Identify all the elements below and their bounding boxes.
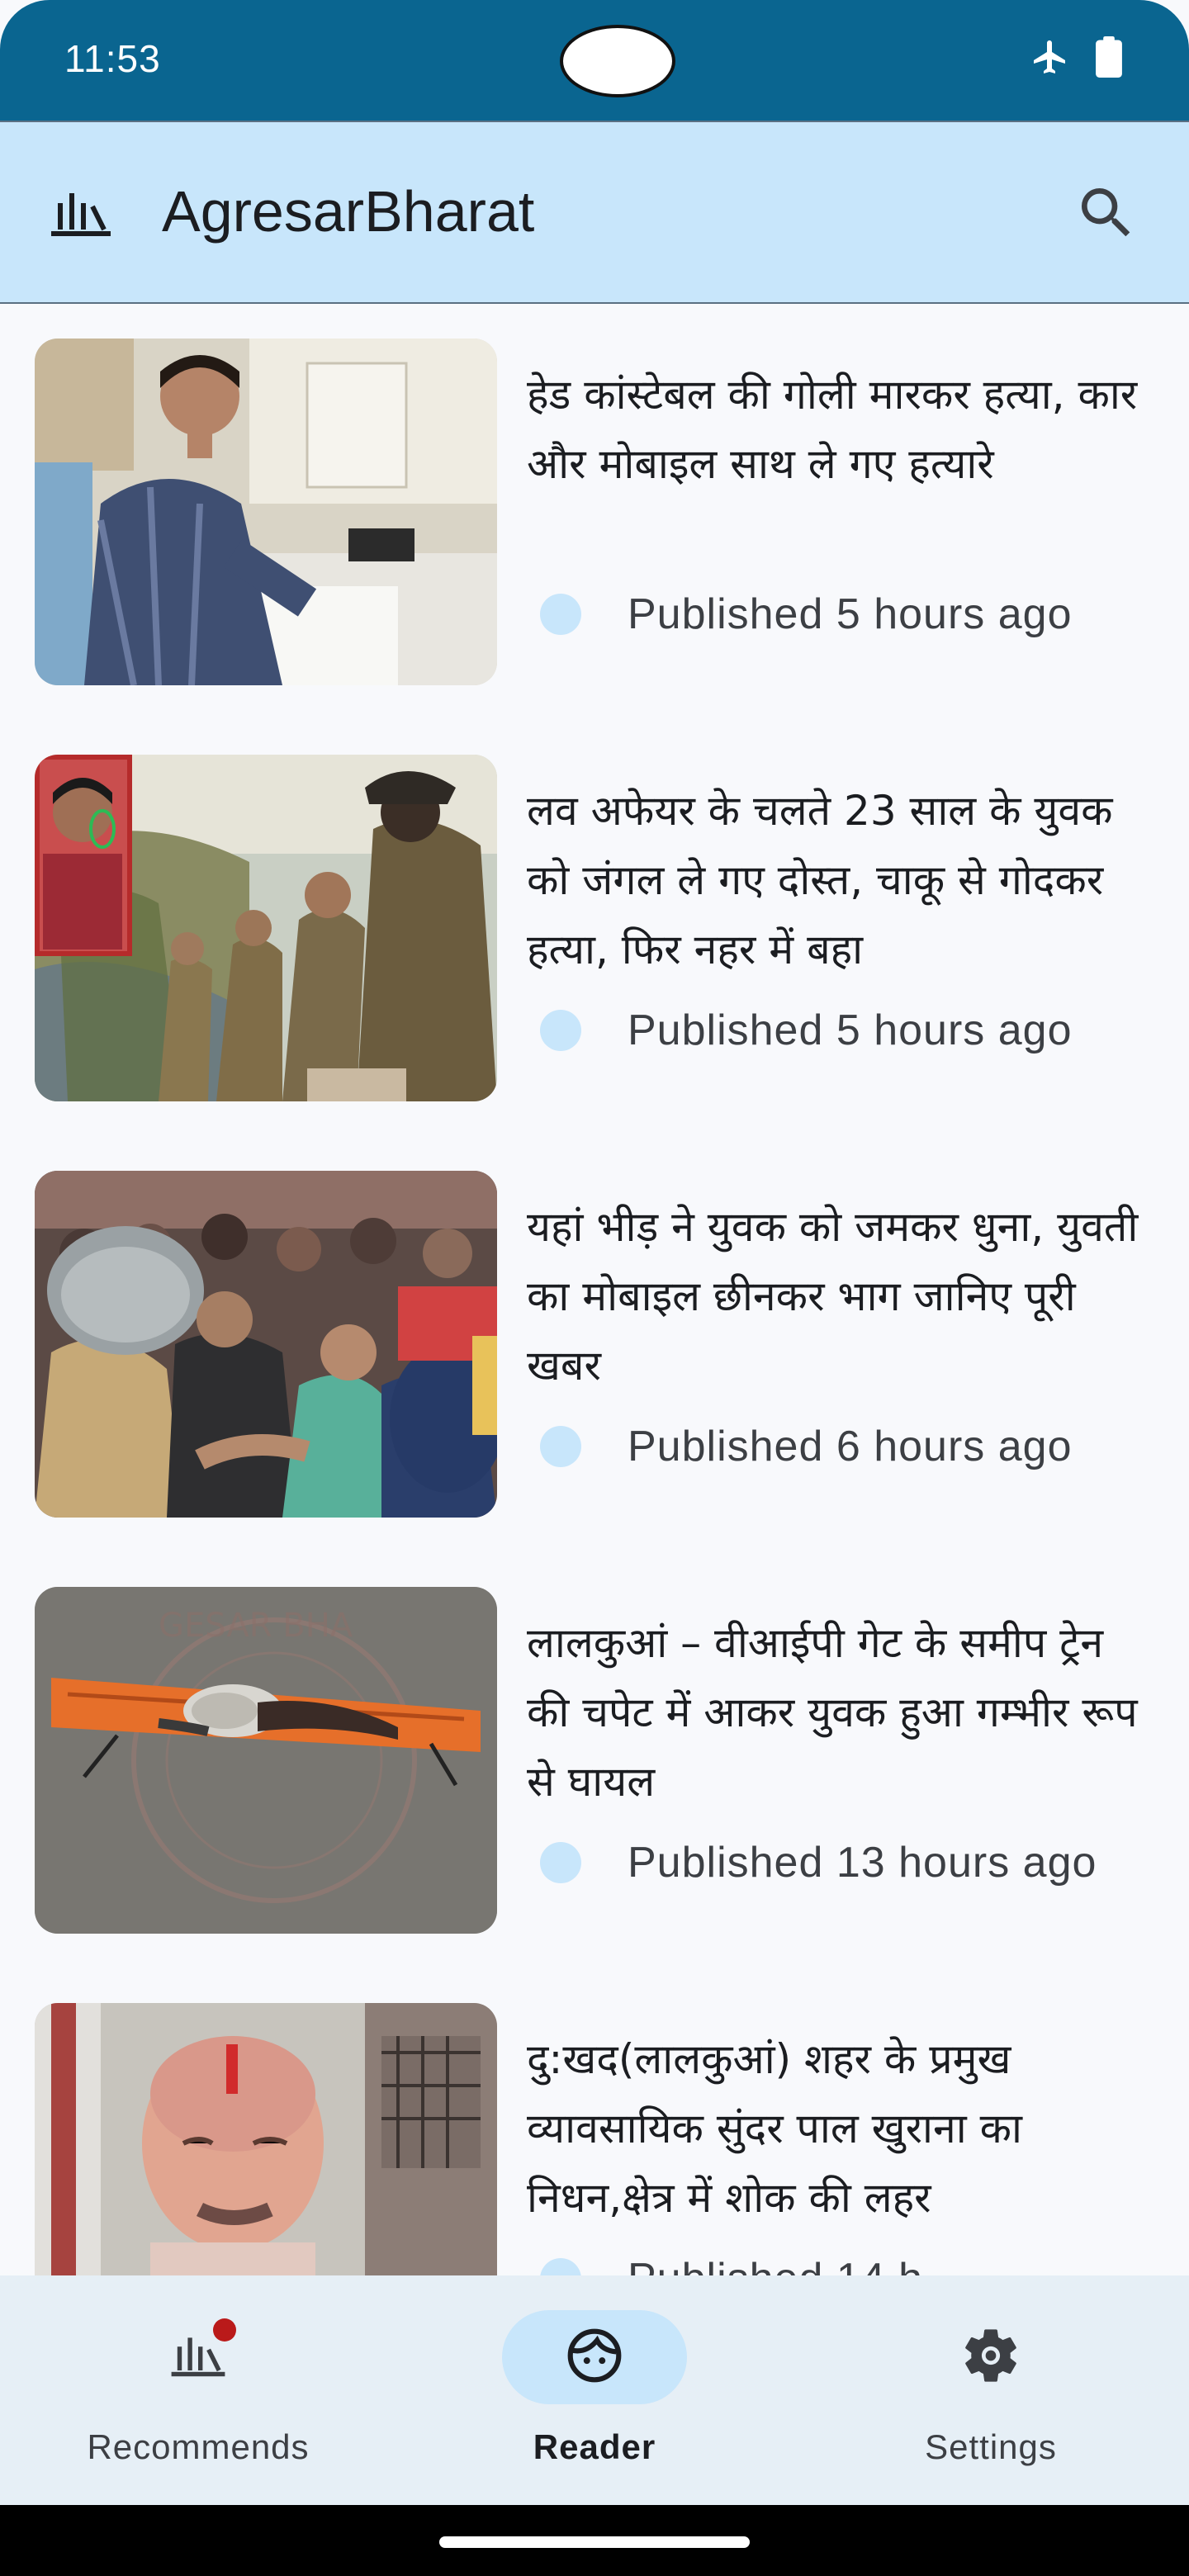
bottom-navigation: Recommends Reader Settings xyxy=(0,2275,1189,2505)
article-card[interactable]: GESAR BHA लालकुआं – वीआईपी गेट के समीप ट… xyxy=(0,1554,1189,1970)
article-thumbnail[interactable]: GESAR BHA xyxy=(35,1587,497,1934)
gesture-handle[interactable] xyxy=(439,2536,750,2548)
source-dot-icon xyxy=(540,1010,581,1051)
source-dot-icon xyxy=(540,1426,581,1467)
source-dot-icon xyxy=(540,2258,581,2275)
nav-icon-container[interactable] xyxy=(106,2310,291,2404)
nav-icon-container[interactable] xyxy=(502,2310,687,2404)
notification-badge xyxy=(213,2318,236,2342)
article-thumbnail[interactable] xyxy=(35,339,497,685)
published-time: Published 14 h xyxy=(628,2254,923,2275)
app-title: AgresarBharat xyxy=(162,179,535,244)
nav-label: Settings xyxy=(925,2427,1057,2466)
published-time: Published 13 hours ago xyxy=(628,1839,1097,1887)
published-time: Published 5 hours ago xyxy=(628,590,1073,638)
svg-text:GESAR BHA: GESAR BHA xyxy=(159,1607,353,1645)
article-card[interactable]: दु:खद(लालकुआं) शहर के प्रमुख व्यावसायिक … xyxy=(0,1970,1189,2275)
article-meta: Published 5 hours ago xyxy=(540,590,1073,639)
camera-cutout xyxy=(560,25,675,97)
published-time: Published 5 hours ago xyxy=(628,1006,1073,1054)
search-icon[interactable] xyxy=(1073,180,1139,246)
recommends-icon[interactable] xyxy=(48,187,114,239)
article-meta: Published 6 hours ago xyxy=(540,1422,1073,1471)
article-title[interactable]: हेड कांस्टेबल की गोली मारकर हत्या, कार औ… xyxy=(527,360,1154,499)
article-thumbnail[interactable] xyxy=(35,1171,497,1518)
source-dot-icon xyxy=(540,594,581,635)
gear-icon xyxy=(959,2324,1022,2390)
nav-item-recommends[interactable]: Recommends xyxy=(0,2275,396,2505)
article-meta: Published 14 h xyxy=(540,2254,923,2275)
article-meta: Published 5 hours ago xyxy=(540,1006,1073,1055)
nav-icon-container[interactable] xyxy=(898,2310,1083,2404)
article-card[interactable]: लव अफेयर के चलते 23 साल के युवक को जंगल … xyxy=(0,722,1189,1138)
article-meta: Published 13 hours ago xyxy=(540,1838,1097,1887)
article-card[interactable]: हेड कांस्टेबल की गोली मारकर हत्या, कार औ… xyxy=(0,305,1189,722)
battery-icon xyxy=(1095,36,1123,78)
screen: 11:53 AgresarBharat हेड कांस्टेबल की गोल… xyxy=(0,0,1189,2576)
article-title[interactable]: लालकुआं – वीआईपी गेट के समीप ट्रेन की चप… xyxy=(527,1608,1154,1816)
status-bar: 11:53 xyxy=(0,0,1189,121)
article-card[interactable]: यहां भीड़ ने युवक को जमकर धुना, युवती का… xyxy=(0,1138,1189,1554)
nav-item-settings[interactable]: Settings xyxy=(793,2275,1189,2505)
article-title[interactable]: दु:खद(लालकुआं) शहर के प्रमुख व्यावसायिक … xyxy=(527,2024,1154,2233)
airplane-icon xyxy=(1030,37,1070,77)
article-thumbnail[interactable] xyxy=(35,2003,497,2275)
published-time: Published 6 hours ago xyxy=(628,1423,1073,1470)
article-title[interactable]: यहां भीड़ ने युवक को जमकर धुना, युवती का… xyxy=(527,1192,1154,1400)
source-dot-icon xyxy=(540,1842,581,1883)
article-title[interactable]: लव अफेयर के चलते 23 साल के युवक को जंगल … xyxy=(527,776,1154,984)
article-thumbnail[interactable] xyxy=(35,755,497,1101)
reader-face-icon xyxy=(564,2325,625,2389)
nav-label: Recommends xyxy=(87,2427,310,2466)
status-icons xyxy=(1030,36,1123,78)
nav-label: Reader xyxy=(533,2427,656,2466)
article-feed[interactable]: हेड कांस्टेबल की गोली मारकर हत्या, कार औ… xyxy=(0,305,1189,2275)
nav-item-reader[interactable]: Reader xyxy=(396,2275,793,2505)
app-bar: AgresarBharat xyxy=(0,121,1189,304)
status-time: 11:53 xyxy=(64,37,161,80)
gesture-navigation-bar xyxy=(0,2505,1189,2576)
